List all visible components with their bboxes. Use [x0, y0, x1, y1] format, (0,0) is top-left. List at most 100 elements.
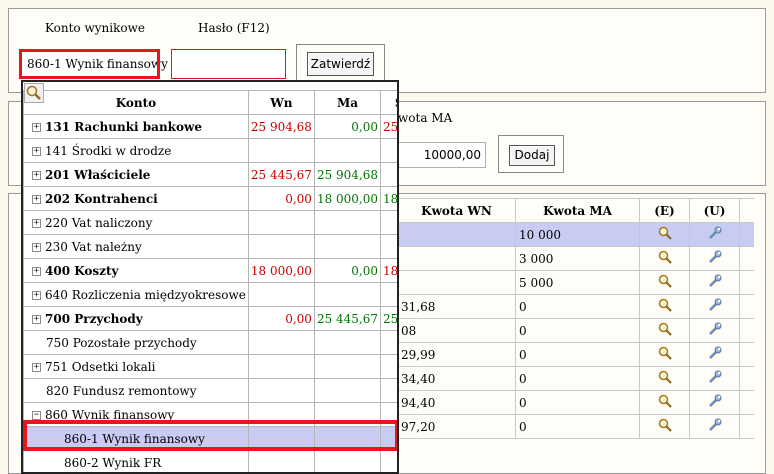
expand-icon[interactable]: + [32, 218, 41, 228]
entry-row[interactable]: 29,99 0 [397, 342, 754, 367]
account-saldo [380, 450, 397, 472]
account-row[interactable]: +131 Rachunki bankowe 25 904,680,0025 904… [23, 114, 397, 139]
haslo-label: Hasło (F12) [198, 21, 270, 35]
magnifier-icon[interactable] [24, 83, 44, 103]
account-row[interactable]: +751 Odsetki lokali [23, 354, 397, 379]
account-ma [313, 234, 382, 259]
account-ma [313, 378, 382, 403]
kwota-ma-input[interactable]: 10000,00 [398, 142, 486, 168]
expand-icon[interactable]: + [32, 362, 41, 372]
confirm-button[interactable]: Zatwierdź [307, 52, 374, 76]
magnifier-icon[interactable] [657, 417, 673, 436]
account-row[interactable]: 860-1 Wynik finansowy [23, 426, 397, 451]
account-row[interactable]: +640 Rozliczenia międzyokresowe [23, 282, 397, 307]
wrench-icon[interactable] [707, 417, 723, 436]
account-row[interactable]: 750 Pozostałe przychody [23, 330, 397, 355]
account-label: 131 Rachunki bankowe [45, 119, 202, 134]
magnifier-icon[interactable] [657, 369, 673, 388]
account-row[interactable]: 860-2 Wynik FR [23, 450, 397, 472]
account-row[interactable]: +230 Vat należny [23, 234, 397, 259]
account-wn [247, 330, 315, 355]
account-wn: 25 445,67 [247, 162, 315, 187]
wrench-icon[interactable] [707, 249, 723, 268]
account-wn [247, 450, 315, 472]
account-ma [313, 450, 382, 472]
account-saldo: 18 000,00 [380, 186, 397, 211]
expand-icon[interactable]: + [32, 314, 41, 324]
account-label: 202 Kontrahenci [45, 191, 158, 206]
expand-icon[interactable]: + [32, 266, 41, 276]
entry-row[interactable]: 34,40 0 [397, 366, 754, 391]
magnifier-icon[interactable] [657, 273, 673, 292]
account-label: 141 Środki w drodze [45, 143, 172, 158]
account-row[interactable]: +220 Vat naliczony [23, 210, 397, 235]
account-saldo [380, 378, 397, 403]
magnifier-icon[interactable] [657, 297, 673, 316]
magnifier-icon[interactable] [657, 249, 673, 268]
expand-icon[interactable]: + [32, 170, 41, 180]
entry-row[interactable]: 31,68 0 [397, 294, 754, 319]
account-wn: 25 904,68 [247, 114, 315, 139]
col-kwota-ma: Kwota MA [515, 198, 640, 223]
entry-row[interactable]: 08 0 [397, 318, 754, 343]
account-ma: 0,00 [313, 258, 382, 283]
magnifier-icon[interactable] [657, 225, 673, 244]
account-row[interactable]: +201 Właściciele 25 445,6725 904,68459,01 [23, 162, 397, 187]
wrench-icon[interactable] [707, 297, 723, 316]
entry-wn [397, 246, 516, 271]
account-label: 201 Właściciele [45, 167, 151, 182]
expand-icon[interactable]: + [32, 122, 41, 132]
entry-row[interactable]: 5 000 [397, 270, 754, 295]
account-ma [313, 210, 382, 235]
account-ma: 25 904,68 [313, 162, 382, 187]
collapse-icon[interactable]: − [32, 410, 41, 420]
account-saldo [380, 330, 397, 355]
account-saldo: 18 000,00 [380, 258, 397, 283]
account-ma [313, 354, 382, 379]
account-label: 860-2 Wynik FR [64, 455, 162, 470]
wrench-icon[interactable] [707, 273, 723, 292]
wrench-icon[interactable] [707, 321, 723, 340]
entry-row[interactable]: 10 000 [397, 222, 754, 247]
account-row[interactable]: +700 Przychody0,0025 445,6725 445,67 [23, 306, 397, 331]
expand-icon[interactable]: + [32, 290, 41, 300]
account-label: 640 Rozliczenia międzyokresowe [45, 287, 246, 302]
entry-ma: 0 [515, 390, 640, 415]
entry-ma: 0 [515, 342, 640, 367]
expand-icon[interactable]: + [32, 146, 41, 156]
col-wn: Wn [247, 90, 315, 115]
account-ma [313, 402, 382, 427]
expand-icon[interactable]: + [32, 242, 41, 252]
account-row[interactable]: +141 Środki w drodze [23, 138, 397, 163]
magnifier-icon[interactable] [657, 321, 673, 340]
account-row[interactable]: +202 Kontrahenci0,0018 000,0018 000,00 [23, 186, 397, 211]
col-delete: (U) [689, 198, 740, 223]
wrench-icon[interactable] [707, 393, 723, 412]
entry-row[interactable]: 97,20 0 [397, 414, 754, 439]
account-row[interactable]: 820 Fundusz remontowy [23, 378, 397, 403]
account-saldo [380, 210, 397, 235]
expand-icon[interactable]: + [32, 194, 41, 204]
account-label: 220 Vat naliczony [45, 215, 153, 230]
col-edit: (E) [639, 198, 690, 223]
entry-ma: 0 [515, 318, 640, 343]
account-wn: 0,00 [247, 306, 315, 331]
magnifier-icon[interactable] [657, 393, 673, 412]
wrench-icon[interactable] [707, 225, 723, 244]
entry-row[interactable]: 94,40 0 [397, 390, 754, 415]
wrench-icon[interactable] [707, 345, 723, 364]
account-ma: 25 445,67 [313, 306, 382, 331]
account-row[interactable]: +400 Koszty 18 000,000,0018 000,00 [23, 258, 397, 283]
magnifier-icon[interactable] [657, 345, 673, 364]
account-row[interactable]: −860 Wynik finansowy [23, 402, 397, 427]
wrench-icon[interactable] [707, 369, 723, 388]
account-ma: 0,00 [313, 114, 382, 139]
haslo-input[interactable] [171, 49, 286, 79]
entry-ma: 0 [515, 414, 640, 439]
konto-input-highlight [19, 49, 160, 79]
entry-row[interactable]: 3 000 [397, 246, 754, 271]
account-dropdown[interactable]: Konto Wn Ma Saldo +131 Rachunki bankowe 2… [21, 80, 399, 474]
add-button[interactable]: Dodaj [509, 145, 555, 166]
account-label: 751 Odsetki lokali [45, 359, 156, 374]
account-wn [247, 282, 315, 307]
